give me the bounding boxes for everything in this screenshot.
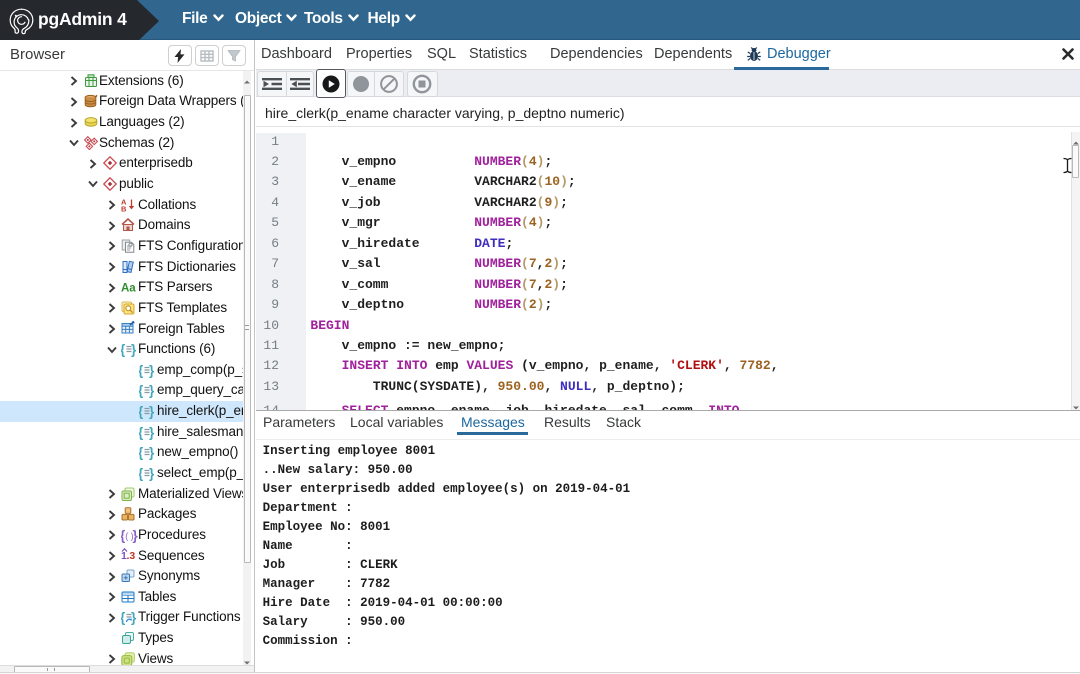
svg-text:}: }	[131, 342, 137, 357]
svg-text:{: {	[139, 363, 143, 378]
svg-text:{: {	[139, 425, 143, 440]
svg-text:}: }	[149, 466, 155, 481]
svg-text:( ): ( )	[125, 531, 134, 541]
svg-text:{: {	[121, 342, 125, 357]
svg-text:B: B	[121, 204, 127, 212]
svg-text:{: {	[139, 445, 143, 460]
svg-text:}: }	[131, 610, 137, 625]
svg-text:{: {	[139, 383, 143, 398]
svg-text:}: }	[149, 425, 155, 440]
svg-text:{: {	[139, 404, 143, 419]
svg-text:}: }	[149, 363, 155, 378]
svg-text:}: }	[149, 445, 155, 460]
svg-text:{: {	[139, 466, 143, 481]
svg-text:Aa: Aa	[121, 283, 136, 295]
svg-text:.3: .3	[126, 550, 135, 562]
svg-text:}: }	[149, 404, 155, 419]
svg-text:}: }	[149, 383, 155, 398]
svg-text:{: {	[121, 610, 125, 625]
